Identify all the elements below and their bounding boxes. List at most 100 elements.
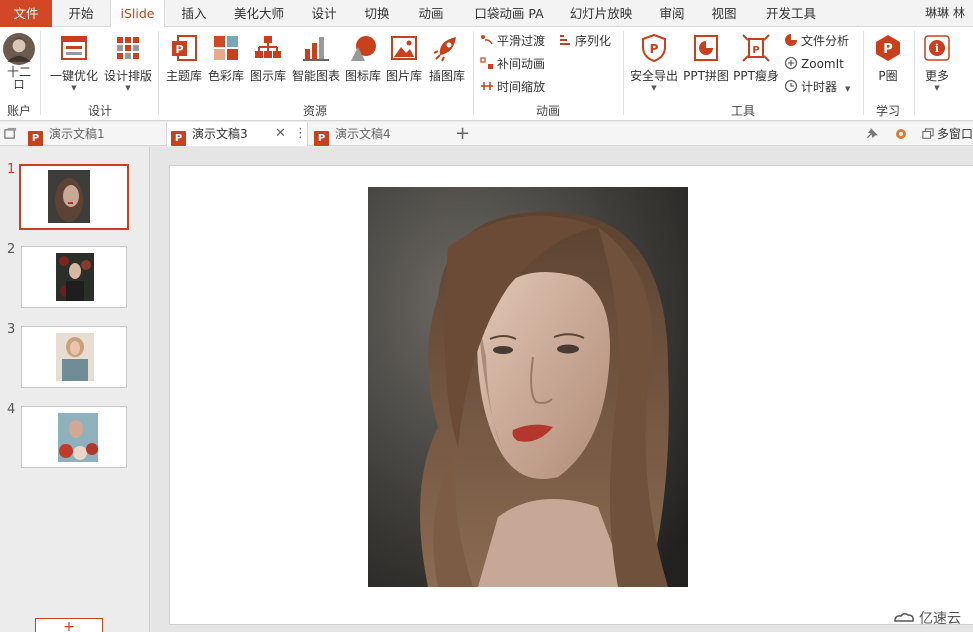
image-library-button[interactable]: 图片库 — [384, 31, 424, 97]
tab-slideshow[interactable]: 幻灯片放映 — [562, 0, 640, 27]
timer-button[interactable]: 计时器 ▼ — [784, 78, 850, 96]
clock-icon — [784, 79, 798, 93]
tween-animation-button[interactable]: 补间动画 — [480, 55, 545, 73]
chevron-down-icon: ▼ — [125, 84, 131, 92]
shapes-icon — [351, 36, 376, 61]
tab-home[interactable]: 开始 — [56, 0, 106, 27]
ppt-file-icon: P — [171, 131, 186, 146]
org-chart-icon — [255, 36, 281, 58]
diagram-library-button[interactable]: 图示库 — [248, 31, 288, 97]
one-click-optimize-button[interactable]: 一键优化 ▼ — [48, 31, 100, 97]
time-scale-button[interactable]: 时间缩放 — [480, 78, 545, 96]
gear-icon — [896, 129, 906, 139]
chevron-down-icon: ▼ — [934, 84, 940, 92]
bar-chart-icon — [303, 37, 329, 61]
multi-window-icon — [922, 128, 934, 139]
account-avatar-icon — [3, 33, 35, 65]
tab-beautify-master[interactable]: 美化大师 — [226, 0, 292, 27]
sequence-button[interactable]: 序列化 — [558, 32, 611, 50]
info-icon: i — [924, 35, 950, 61]
group-divider — [40, 31, 41, 115]
svg-text:P: P — [175, 43, 183, 56]
ribbon: 十二 口 账户 一键优化 ▼ 设计排版 ▼ 设计 P 主题库 色彩库 图示库 智… — [0, 27, 973, 121]
slide-canvas[interactable] — [169, 165, 973, 625]
optimize-icon — [61, 36, 87, 60]
tab-review[interactable]: 审阅 — [650, 0, 694, 27]
grid-layout-icon — [117, 37, 139, 59]
group-divider — [914, 31, 915, 115]
tab-insert[interactable]: 插入 — [170, 0, 218, 27]
group-label-tools: 工具 — [730, 104, 755, 118]
tab-developer[interactable]: 开发工具 — [756, 0, 826, 27]
tab-pocket-animation[interactable]: 口袋动画 PA — [468, 0, 550, 27]
group-label-account: 账户 — [6, 104, 31, 118]
group-label-design: 设计 — [87, 104, 112, 118]
ppt-slim-button[interactable]: P PPT瘦身 — [732, 31, 780, 97]
ppt-collage-button[interactable]: PPT拼图 — [682, 31, 730, 97]
smart-chart-button[interactable]: 智能图表 — [290, 31, 342, 97]
watermark: 亿速云 — [892, 608, 961, 628]
doc-tab-3[interactable]: P 演示文稿3 ✕ ⋮ — [166, 122, 308, 146]
add-slide-button[interactable]: + — [35, 618, 103, 632]
svg-text:P: P — [650, 42, 659, 56]
svg-text:P: P — [752, 45, 759, 56]
ribbon-tab-bar: 文件 开始 iSlide 插入 美化大师 设计 切换 动画 口袋动画 PA 幻灯… — [0, 0, 973, 28]
account-sub: 口 — [13, 78, 25, 91]
compress-icon: P — [742, 34, 770, 62]
group-divider — [623, 31, 624, 115]
ppt-theme-icon: P — [172, 35, 197, 61]
icon-library-button[interactable]: 图标库 — [343, 31, 383, 97]
tab-view[interactable]: 视图 — [702, 0, 746, 27]
safe-export-button[interactable]: P 安全导出 ▼ — [628, 31, 680, 97]
slide-thumbnail-panel: 1 2 3 4 + — [0, 147, 150, 632]
p-circle-button[interactable]: P P圈 — [868, 31, 908, 97]
svg-text:i: i — [935, 42, 939, 55]
rocket-icon — [433, 37, 456, 62]
more-button[interactable]: i 更多 ▼ — [918, 31, 956, 97]
tab-design[interactable]: 设计 — [300, 0, 348, 27]
thumbnail-image — [48, 170, 90, 223]
close-icon[interactable]: ✕ — [275, 122, 286, 146]
shield-icon: P — [642, 33, 666, 63]
smooth-transition-button[interactable]: 平滑过渡 — [480, 32, 545, 50]
new-window-button[interactable] — [4, 122, 22, 146]
svg-text:P: P — [883, 42, 893, 57]
tab-islide[interactable]: iSlide — [110, 0, 165, 28]
doc-tab-4[interactable]: P 演示文稿4 — [310, 122, 450, 146]
tab-transitions[interactable]: 切换 — [352, 0, 402, 27]
ppt-file-icon: P — [28, 131, 43, 146]
group-label-learn: 学习 — [875, 104, 900, 118]
doc-tab-1[interactable]: P 演示文稿1 — [26, 122, 166, 146]
slide-number: 4 — [7, 402, 16, 417]
group-divider — [863, 31, 864, 115]
sequence-icon — [560, 35, 570, 45]
group-divider — [473, 31, 474, 115]
illustration-library-button[interactable]: 插图库 — [426, 31, 468, 97]
theme-library-button[interactable]: P 主题库 — [163, 31, 205, 97]
settings-button[interactable] — [894, 122, 912, 146]
multi-window-button[interactable]: 多窗口 — [922, 122, 973, 146]
new-tab-button[interactable]: + — [455, 122, 475, 146]
user-name[interactable]: 琳琳 林 — [925, 0, 965, 27]
account-button[interactable]: 十二 口 — [2, 31, 36, 97]
file-analysis-button[interactable]: 文件分析 — [784, 32, 849, 50]
slide-number: 3 — [7, 322, 16, 337]
color-library-button[interactable]: 色彩库 — [206, 31, 246, 97]
design-layout-button[interactable]: 设计排版 ▼ — [102, 31, 154, 97]
slide-thumbnail-2[interactable] — [21, 246, 127, 308]
portrait-image[interactable] — [368, 187, 688, 587]
tab-file[interactable]: 文件 — [0, 0, 52, 27]
zoom-plus-icon — [784, 56, 798, 70]
slide-thumbnail-4[interactable] — [21, 406, 127, 468]
time-scale-icon — [481, 82, 493, 90]
pin-button[interactable] — [866, 122, 884, 146]
slide-thumbnail-3[interactable] — [21, 326, 127, 388]
chevron-down-icon: ▼ — [651, 84, 657, 92]
slide-thumbnail-1[interactable] — [19, 164, 129, 230]
smooth-icon — [481, 35, 493, 45]
pin-icon — [866, 127, 879, 139]
more-options-icon[interactable]: ⋮ — [294, 122, 307, 146]
zoomit-button[interactable]: ZoomIt — [784, 55, 844, 73]
tab-animations[interactable]: 动画 — [406, 0, 456, 27]
ppt-file-icon: P — [314, 131, 329, 146]
